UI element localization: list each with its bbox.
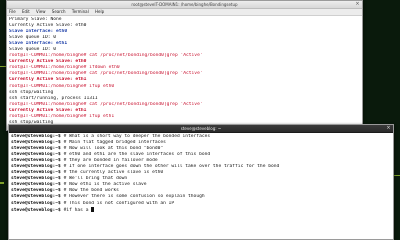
command-text: # Main flat tagged bridged interfaces [63,140,166,146]
shell-prompt: steve@steveblog:~$ [11,158,64,164]
terminal-text: Primary Slave: None [9,17,62,22]
shell-prompt: steve@steveblog:~$ [11,170,64,176]
command-text: # We'll bring that down [63,176,128,182]
terminal-text: Slave queue ID: 0 [9,35,57,41]
front-terminal-window[interactable]: steve@steveblog: ~ × steve@steveblog:~$ … [8,124,394,240]
back-terminal-window[interactable]: root@steveIT-DOMAIN1: /home/binghe/Bondi… [6,0,363,131]
shell-prompt: steve@steveblog:~$ [11,146,64,152]
terminal-text: Currently Active Slave: eth0 [9,59,87,65]
shell-prompt: steve@steveblog:~$ [11,164,64,170]
command-text: # However there is some confusion so exp… [63,194,205,200]
back-window-close-icon[interactable]: × [355,2,360,7]
menu-file[interactable]: File [9,9,16,14]
front-window-title: steve@steveblog: ~ [180,126,222,131]
command-text: # they are bonded in failover mode [63,158,158,164]
shell-prompt: steve@steveblog:~$ [11,140,64,146]
terminal-cursor [91,206,95,212]
terminal-line: steve@steveblog:~$ #if has a [11,206,391,213]
terminal-text: ssh stop/waiting [9,89,54,95]
back-window-title: root@steveIT-DOMAIN1: /home/binghe/Bondi… [131,2,238,7]
terminal-text: Currently Active Slave: eth0 [9,23,87,29]
shell-prompt: steve@steveblog:~$ [11,194,64,200]
terminal-text: root@IT-COMM01:/home/binghe# ifdown eth0 [9,65,120,71]
command-text: # Now the bond works [63,188,119,194]
shell-prompt: steve@steveblog:~$ [11,200,64,206]
shell-prompt: steve@steveblog:~$ [11,152,64,158]
menu-view[interactable]: View [36,9,46,14]
menu-terminal[interactable]: Terminal [72,9,89,14]
shell-prompt: steve@steveblog:~$ [11,182,64,188]
shell-prompt: steve@steveblog:~$ [11,176,64,182]
command-text: # Now will look at this bond "bond0" [63,146,164,152]
terminal-text: root@IT-COMM01:/home/binghe# ifup eth0 [9,83,115,89]
front-window-titlebar[interactable]: steve@steveblog: ~ × [9,125,393,133]
terminal-text: root@IT-COMM01:/home/binghe# cat /proc/n… [9,53,203,59]
command-text: # Now eth1 is the active slave [63,182,147,188]
command-text: #if has a [63,207,92,213]
shell-prompt: steve@steveblog:~$ [11,188,64,194]
terminal-text: root@IT-COMM01:/home/binghe# ifup eth1 [9,113,115,119]
back-window-menubar: File Edit View Search Terminal Help [7,9,362,16]
terminal-text: root@IT-COMM01:/home/binghe# cat /proc/n… [9,101,203,107]
terminal-text: Slave Interface: eth0 [9,29,68,35]
terminal-text: Currently Active Slave: eth1 [9,107,87,113]
command-text: # eth0 and eth1 are the slave interfaces… [63,152,211,158]
shell-prompt: steve@steveblog:~$ [11,134,64,139]
front-terminal-output[interactable]: steve@steveblog:~$ # What is a short way… [9,133,393,214]
command-text: # This bond is not configured with an IP [63,200,175,206]
command-text: # What is a short way to deeper the bond… [63,134,211,139]
back-window-titlebar[interactable]: root@steveIT-DOMAIN1: /home/binghe/Bondi… [7,1,362,9]
wallpaper-accent-line [0,182,4,184]
terminal-text: root@IT-COMM01:/home/binghe# cat /proc/n… [9,71,203,77]
menu-edit[interactable]: Edit [22,9,30,14]
shell-prompt: steve@steveblog:~$ [11,207,64,213]
terminal-text: Slave Interface: eth1 [9,41,68,47]
menu-help[interactable]: Help [95,9,104,14]
back-terminal-output[interactable]: Primary Slave: None Currently Active Slav… [7,16,362,130]
terminal-text: Currently Active Slave: eth1 [9,77,87,83]
command-text: # the currently active slave is eth0 [63,170,164,176]
menu-search[interactable]: Search [52,9,66,14]
command-text: # If one interface goes down the other w… [63,164,280,170]
front-window-close-icon[interactable]: × [386,126,391,131]
terminal-text: Slave queue ID: 0 [9,47,57,53]
terminal-text: ssh start/running, process 11311 [9,95,98,101]
